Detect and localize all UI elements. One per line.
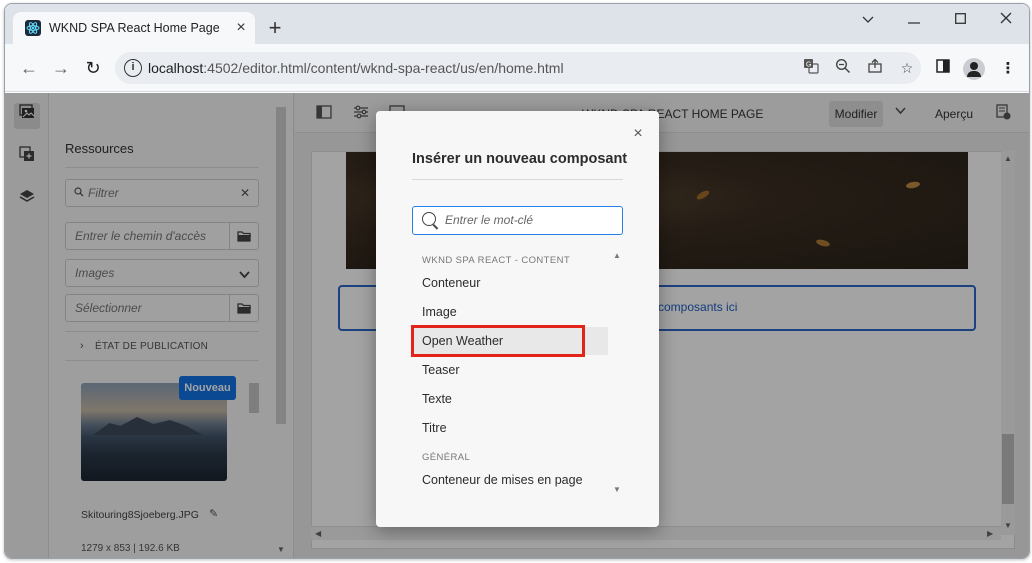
- component-item[interactable]: Texte: [412, 385, 608, 413]
- translate-icon[interactable]: G: [801, 58, 821, 78]
- forward-button[interactable]: →: [49, 56, 73, 80]
- react-favicon-icon: [25, 20, 41, 36]
- address-bar[interactable]: i localhost:4502/editor.html/content/wkn…: [115, 52, 921, 84]
- url-host: localhost: [148, 60, 204, 76]
- url-text[interactable]: localhost:4502/editor.html/content/wknd-…: [148, 60, 564, 76]
- site-info-icon[interactable]: i: [124, 59, 142, 77]
- scroll-down-arrow-icon[interactable]: ▼: [613, 485, 621, 494]
- menu-icon[interactable]: ⋮: [997, 58, 1019, 80]
- component-item[interactable]: Teaser: [412, 356, 608, 384]
- close-window-button[interactable]: [991, 10, 1021, 30]
- search-icon: [422, 212, 436, 226]
- highlight-annotation: [411, 325, 585, 357]
- reload-button[interactable]: ↻: [81, 56, 105, 80]
- component-item[interactable]: Image: [412, 298, 608, 326]
- insert-component-dialog: × Insérer un nouveau composant WKND SPA …: [376, 111, 659, 527]
- scroll-up-arrow-icon[interactable]: ▲: [613, 251, 621, 260]
- group-header: GÉNÉRAL: [422, 452, 471, 463]
- browser-tab[interactable]: WKND SPA React Home Page ×: [13, 12, 255, 44]
- bookmark-star-icon[interactable]: ☆: [897, 58, 917, 78]
- dialog-title: Insérer un nouveau composant: [412, 151, 628, 167]
- svg-text:G: G: [806, 62, 811, 69]
- keyword-search-field[interactable]: [412, 206, 623, 235]
- tab-strip: WKND SPA React Home Page × +: [5, 4, 1029, 44]
- browser-window: WKND SPA React Home Page × + ← → ↻ i loc…: [4, 3, 1030, 559]
- component-list: WKND SPA REACT - CONTENT Conteneur Image…: [412, 249, 622, 497]
- tab-close-icon[interactable]: ×: [231, 18, 251, 38]
- back-button[interactable]: ←: [17, 56, 41, 80]
- browser-toolbar: ← → ↻ i localhost:4502/editor.html/conte…: [5, 44, 1029, 92]
- divider: [412, 179, 623, 180]
- profile-icon[interactable]: [963, 58, 985, 80]
- keyword-search-input[interactable]: [445, 213, 615, 227]
- new-tab-button[interactable]: +: [263, 17, 287, 41]
- group-header: WKND SPA REACT - CONTENT: [422, 255, 571, 266]
- close-icon[interactable]: ×: [629, 125, 647, 143]
- share-icon[interactable]: [865, 58, 885, 78]
- component-list-scrollbar[interactable]: ▲ ▼: [612, 249, 622, 497]
- component-item[interactable]: Titre: [412, 414, 608, 442]
- tab-title: WKND SPA React Home Page: [49, 21, 220, 35]
- restore-button[interactable]: [899, 10, 929, 30]
- component-item[interactable]: Conteneur de mises en page: [412, 466, 608, 494]
- url-path: :4502/editor.html/content/wknd-spa-react…: [203, 60, 564, 76]
- minimize-button[interactable]: [853, 10, 883, 30]
- maximize-button[interactable]: [945, 10, 975, 30]
- side-panel-icon[interactable]: [932, 58, 954, 80]
- zoom-icon[interactable]: [833, 58, 853, 78]
- component-item[interactable]: Conteneur: [412, 269, 608, 297]
